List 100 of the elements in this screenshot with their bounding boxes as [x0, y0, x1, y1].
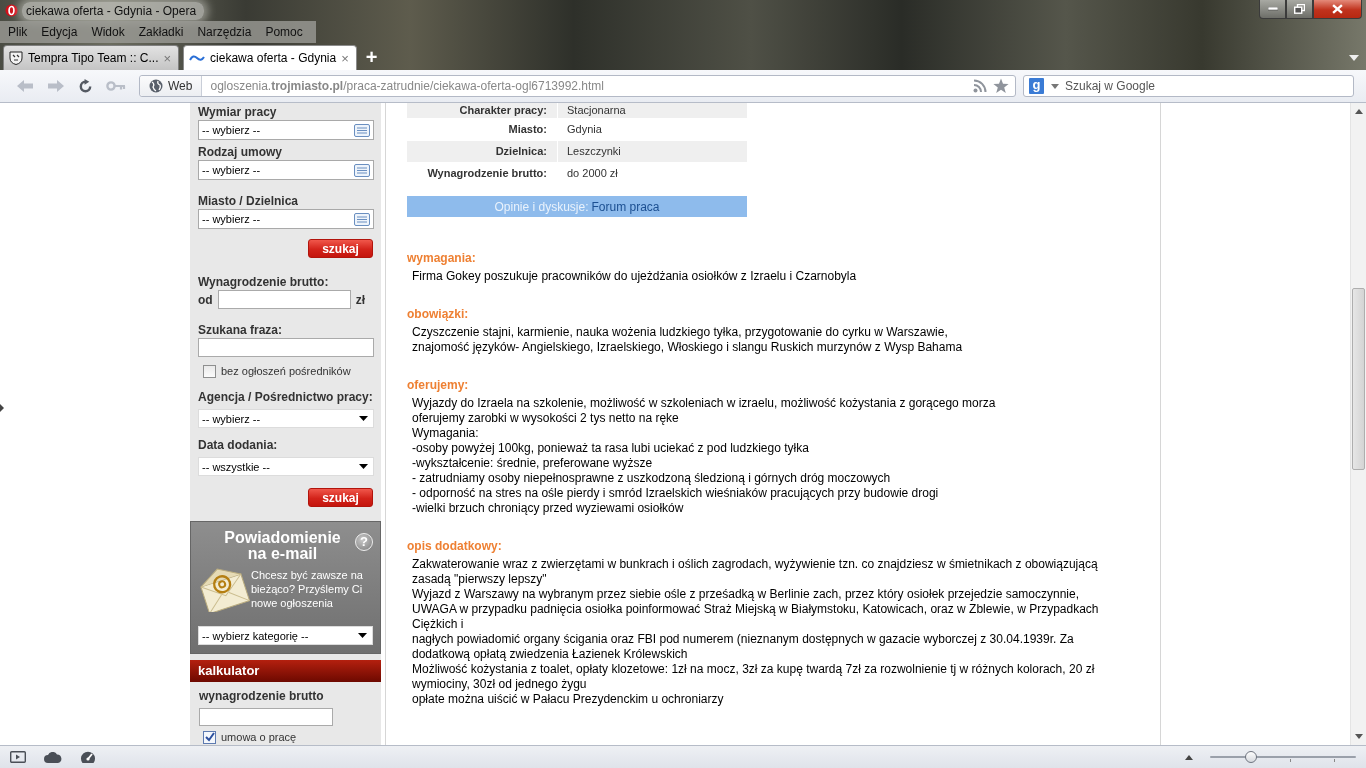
rss-icon[interactable] [973, 79, 987, 93]
menu-item[interactable]: Pomoc [258, 23, 310, 41]
section-text: Firma Gokey poszukuje pracowników do ujeżdżania osiołków z Izraelu i Czarnobyla [412, 269, 858, 284]
section-heading: obowiązki: [407, 307, 470, 322]
site-info-button[interactable]: Web [140, 76, 203, 96]
zoom-slider[interactable] [1210, 751, 1356, 763]
phrase-input[interactable] [198, 338, 374, 357]
filter-label: Wynagrodzenie brutto: [198, 275, 330, 290]
forum-label: Opinie i dyskusje: [494, 199, 589, 214]
star-icon[interactable] [993, 78, 1009, 94]
caret-up-icon[interactable] [1185, 754, 1193, 760]
select-field[interactable]: -- wybierz -- [198, 160, 374, 180]
calculator-header: kalkulator [190, 660, 381, 682]
section-text: Wyjazdy do Izraela na szkolenie, możliwość w szkoleniach w izraelu, możliwość kożystania z gorącego morza [412, 396, 997, 411]
maximize-button[interactable] [1286, 0, 1313, 19]
section-text: - zatrudniamy osoby niepełnosprawne z uszkodzoną śledzioną i górnych dróg moczowych [412, 471, 892, 486]
close-button[interactable] [1313, 0, 1362, 19]
restore-icon [1294, 4, 1305, 14]
detail-value: Stacjonarna [558, 103, 747, 118]
zoom-slider-thumb[interactable] [1244, 751, 1257, 763]
panel-arrow-icon[interactable] [0, 404, 4, 412]
dropdown-arrow-icon [359, 416, 368, 421]
filter-label: Rodzaj umowy [198, 145, 283, 160]
close-icon [1332, 4, 1343, 14]
currency-label: zł [355, 292, 365, 307]
from-label: od [198, 292, 213, 307]
section-text: - odporność na stres na ośle pierdy i smród Izraelskich wieśniaków pracujących przy budowie drogi [412, 486, 940, 501]
globe-icon [149, 79, 163, 93]
salary-input[interactable] [199, 708, 333, 726]
checkbox[interactable] [203, 364, 216, 378]
panel-icon[interactable] [10, 751, 26, 763]
detail-label: Miasto: [507, 122, 548, 137]
search-engine-button[interactable]: g [1029, 78, 1044, 94]
filter-label: Agencja / Pośrednictwo pracy: [198, 390, 374, 405]
detail-value: do 2000 zł [566, 166, 619, 181]
dropdown-arrow-icon [359, 464, 368, 469]
caret-down-icon[interactable] [1349, 55, 1359, 61]
section-text: Czyszczenie stajni, karmienie, nauka wożenia ludzkiego tyłka, przygotowanie do cyrku w Warszawie, [412, 325, 949, 340]
detail-value: Gdynia [566, 122, 603, 137]
menu-item[interactable]: Edycja [34, 23, 85, 41]
section-text: -wykształcenie: średnie, preferowane wyższe [412, 456, 654, 471]
shield-icon [9, 51, 23, 65]
menu-item[interactable]: Plik [1, 23, 35, 41]
gauge-icon[interactable] [80, 750, 96, 764]
cloud-icon[interactable] [44, 751, 62, 763]
scroll-up-icon[interactable] [1354, 109, 1363, 114]
minimize-icon [1267, 7, 1278, 11]
notification-title: Powiadomienie na e-mail [223, 530, 342, 562]
caret-down-icon[interactable] [1051, 83, 1059, 89]
detail-label: Wynagrodzenie brutto: [426, 166, 548, 181]
browser-tab[interactable]: Tempra Tipo Team :: C... × [3, 45, 180, 70]
minimize-button[interactable] [1259, 0, 1286, 19]
section-text: znajomość języków- Angielskiego, Izraelskiego, Włoskiego i slangu Ruskich murzynów z Wysp Bahama [412, 340, 964, 355]
envelope-icon [198, 566, 250, 612]
checkmark-icon [204, 732, 215, 742]
select-field[interactable]: -- wszystkie -- [198, 457, 374, 476]
search-button[interactable]: szukaj [308, 488, 373, 507]
detail-label: Charakter pracy: [407, 103, 557, 118]
tab-close-button[interactable]: × [163, 51, 172, 65]
checkbox[interactable] [203, 730, 216, 744]
section-heading: wymagania: [407, 251, 477, 266]
menu-item[interactable]: Narzędzia [190, 23, 259, 41]
salary-input[interactable] [217, 290, 351, 309]
window-title: ciekawa oferta - Gdynia - Opera [22, 2, 205, 20]
detail-value: Leszczynki [558, 141, 747, 162]
filter-label: Data dodania: [198, 438, 279, 453]
section-heading: opis dodatkowy: [407, 539, 503, 554]
section-heading: oferujemy: [407, 378, 470, 393]
app-logo-icon [5, 4, 18, 17]
section-text: Wyjazd z Warszawy na wybranym przez siebie ośle z prześadką w Berlinie zach, przez który osiołek przejedzie samoczynnie, [412, 587, 1081, 602]
search-field[interactable]: g Szukaj w Google [1023, 75, 1354, 97]
select-field[interactable]: -- wybierz -- [198, 209, 374, 229]
filter-label: Szukana fraza: [198, 323, 284, 338]
menu-item[interactable]: Zakładki [131, 23, 191, 41]
browser-tab[interactable]: ciekawa oferta - Gdynia × [183, 45, 357, 70]
tab-close-button[interactable]: × [341, 51, 349, 65]
checkbox-label: umowa o pracę [221, 731, 297, 743]
forum-link[interactable]: Forum praca [591, 199, 660, 214]
address-field[interactable]: Web ogloszenia.trojmiasto.pl/praca-zatrudnie/ciekawa-oferta-ogl6713992.html [139, 75, 1016, 97]
search-button[interactable]: szukaj [308, 239, 373, 258]
section-text: oferujemy zarobki w wysokości 2 tys netto na ręke [412, 411, 680, 426]
select-field[interactable]: -- wybierz -- [198, 409, 374, 428]
filter-label: Wymiar pracy [198, 105, 278, 120]
checkbox-label: bez ogłoszeń pośredników [221, 365, 351, 377]
select-field[interactable]: -- wybierz -- [198, 120, 374, 140]
list-icon [354, 163, 370, 177]
section-text: -osoby powyżej 100kg, ponieważ ta rasa lubi uciekać z pod ludzkiego tyłka [412, 441, 810, 456]
list-icon [354, 123, 370, 137]
new-tab-button[interactable]: + [365, 47, 378, 67]
category-select[interactable]: -- wybierz kategorię -- [198, 626, 373, 645]
scroll-down-icon[interactable] [1354, 734, 1363, 739]
notification-text: Chcesz być zawsze na bieżąco? Przyślemy Ci nowe ogłoszenia [251, 568, 364, 610]
list-icon [354, 212, 370, 226]
reload-icon[interactable] [78, 78, 93, 94]
section-text: opłate można uiścić w Pałacu Prezydenckim u ochroniarzy [412, 692, 725, 707]
scrollbar-thumb[interactable] [1352, 288, 1365, 470]
section-text: Wymagania: [412, 426, 480, 441]
swoosh-icon [189, 54, 206, 62]
menu-item[interactable]: Widok [84, 23, 132, 41]
filter-label: Miasto / Dzielnica [198, 194, 300, 209]
